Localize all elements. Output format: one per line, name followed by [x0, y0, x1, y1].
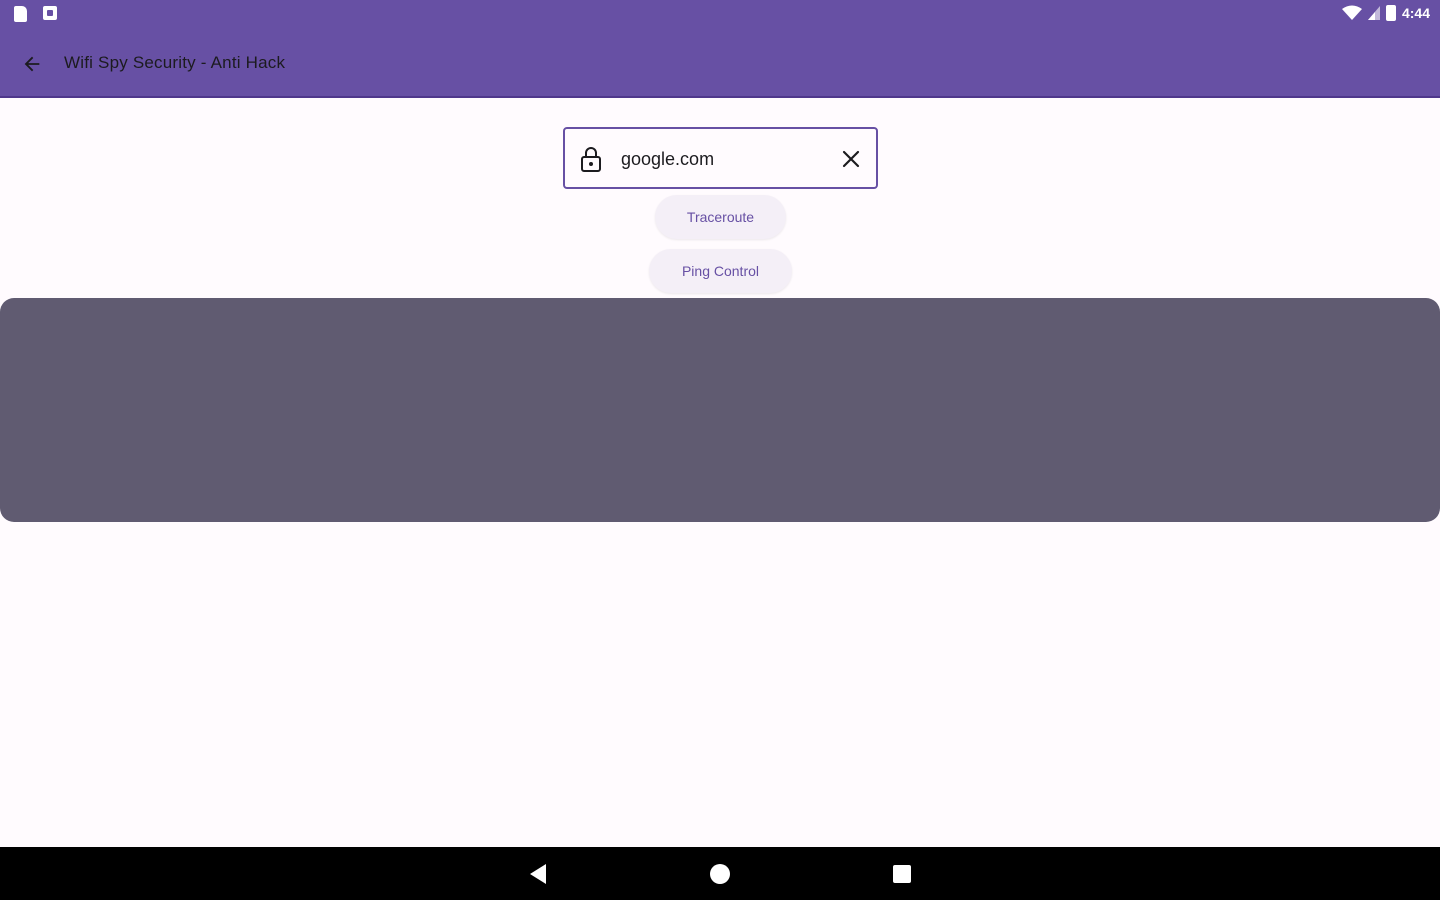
arrow-back-icon: [24, 56, 40, 72]
page-title: Wifi Spy Security - Anti Hack: [64, 53, 286, 72]
traceroute-button[interactable]: Traceroute: [655, 195, 786, 239]
status-bar-right: 4:44: [1341, 5, 1430, 21]
status-time: 4:44: [1401, 5, 1430, 21]
sd-card-icon: [14, 6, 27, 22]
app-bar: 4:44 Wifi Spy Security - Anti Hack: [0, 0, 1440, 98]
back-button[interactable]: [14, 46, 50, 82]
system-nav-bar: [0, 847, 1440, 900]
lock-icon: [581, 147, 601, 172]
close-icon: [842, 150, 860, 168]
host-input[interactable]: [621, 143, 831, 175]
toolbar: Wifi Spy Security - Anti Hack: [0, 28, 1440, 98]
nav-home-icon[interactable]: [710, 864, 730, 884]
notification-icon: [43, 6, 57, 20]
result-panel: [0, 298, 1440, 522]
battery-icon: [1385, 5, 1396, 21]
wifi-icon: [1341, 5, 1362, 20]
nav-back-icon[interactable]: [528, 863, 548, 885]
host-search-box[interactable]: [563, 127, 878, 189]
clear-button[interactable]: [840, 148, 862, 170]
nav-recents-icon[interactable]: [893, 865, 911, 883]
status-bar: 4:44: [0, 0, 1440, 28]
ping-control-button[interactable]: Ping Control: [649, 249, 792, 293]
status-bar-left: [14, 6, 57, 22]
signal-icon: [1367, 6, 1380, 20]
